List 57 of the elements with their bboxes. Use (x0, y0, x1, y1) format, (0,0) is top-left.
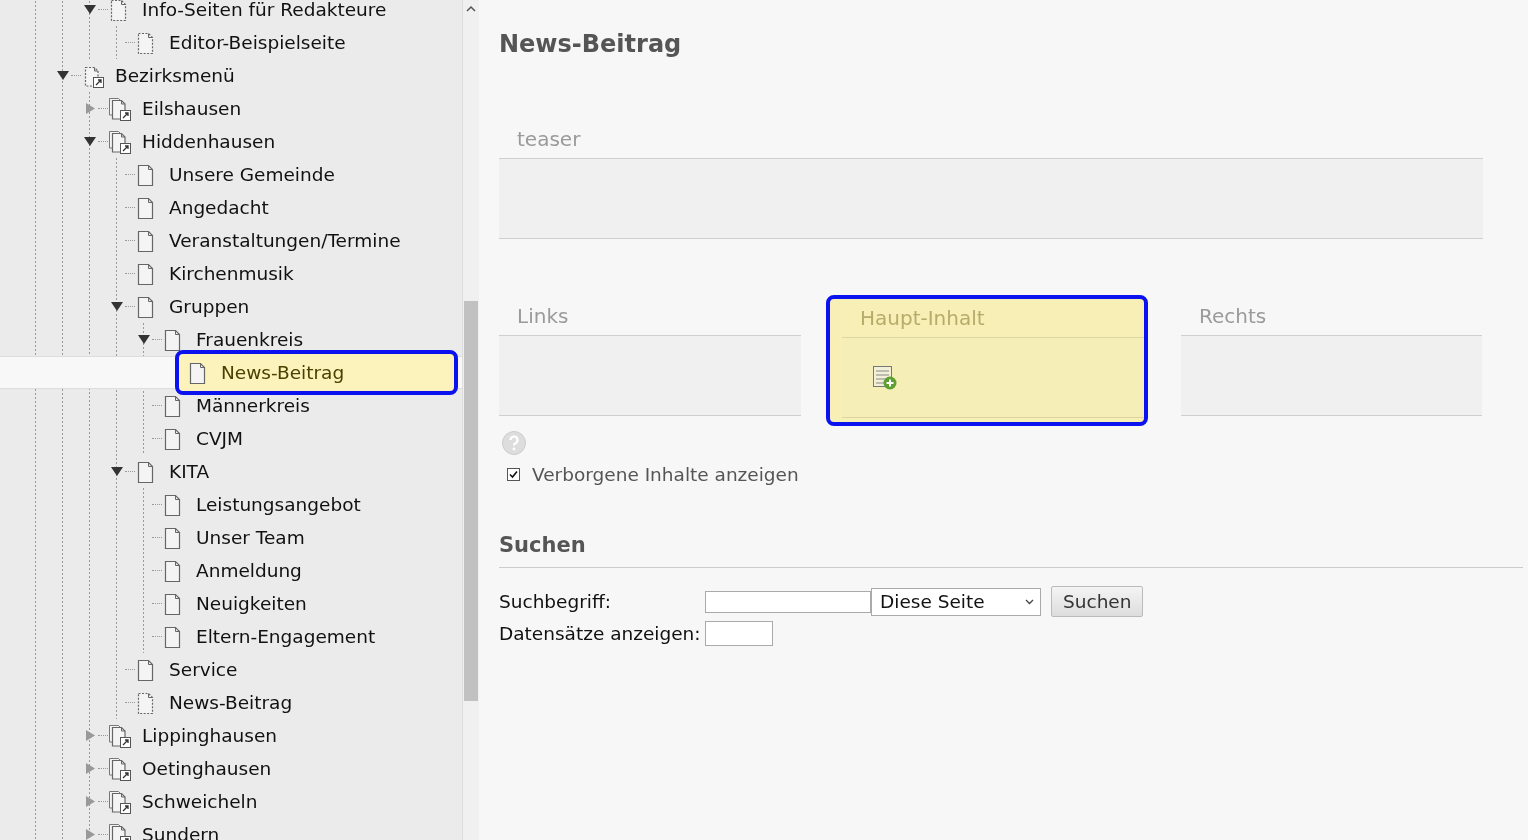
scroll-up-icon[interactable] (466, 5, 476, 13)
tree-item[interactable]: Unsere Gemeinde (135, 162, 335, 187)
tree-item[interactable]: Gruppen (135, 294, 250, 319)
search-field[interactable] (705, 590, 871, 613)
field-label: Datensätze anzeigen: (499, 623, 702, 644)
tree-item[interactable]: News-Beitrag (135, 690, 293, 715)
tree-item[interactable]: Angedacht (135, 195, 269, 220)
scrollbar[interactable] (462, 0, 479, 840)
tree-item[interactable]: Eltern-Engagement (162, 624, 376, 649)
tree-item[interactable]: Kirchenmusik (135, 261, 294, 286)
shortcut-page-icon (108, 96, 132, 121)
page-title: News-Beitrag (499, 30, 682, 58)
checkbox[interactable] (507, 468, 520, 481)
tree-item[interactable]: Oetinghausen (108, 756, 272, 781)
show-hidden-checkbox[interactable]: Verborgene Inhalte anzeigen (507, 464, 1523, 485)
collapse-arrow-icon[interactable] (83, 136, 96, 147)
tree-item[interactable]: Bezirksmenü (81, 63, 235, 88)
section-heading: Suchen (499, 533, 1523, 568)
tree-item[interactable]: Info-Seiten für Redakteure (108, 0, 387, 22)
tree-item[interactable]: Service (135, 657, 238, 682)
checkmark-icon (509, 470, 518, 479)
tree-item[interactable]: Männerkreis (162, 393, 310, 418)
tree-item[interactable]: Schweicheln (108, 789, 258, 814)
collapse-arrow-icon[interactable] (110, 301, 123, 312)
expand-arrow-icon[interactable] (83, 730, 96, 741)
shortcut-page-icon (108, 723, 132, 748)
checkbox-label: Verborgene Inhalte anzeigen (532, 464, 799, 485)
tree-item[interactable]: CVJM (162, 426, 243, 451)
tree-item[interactable]: Unser Team (162, 525, 305, 550)
search-button[interactable]: Suchen (1051, 586, 1144, 617)
count-field[interactable] (705, 621, 773, 646)
collapse-arrow-icon[interactable] (83, 4, 96, 15)
expand-arrow-icon[interactable] (83, 103, 96, 114)
expand-arrow-icon[interactable] (83, 829, 96, 840)
collapse-arrow-icon[interactable] (110, 466, 123, 477)
collapse-arrow-icon[interactable] (56, 70, 69, 81)
tree-item[interactable]: Editor-Beispielseite (135, 30, 346, 55)
tree-item[interactable]: Neuigkeiten (162, 591, 307, 616)
tree-item[interactable]: Hiddenhausen (108, 129, 276, 154)
tree-item[interactable]: Leistungsangebot (162, 492, 361, 517)
shortcut-page-icon (108, 756, 132, 781)
add-content-icon[interactable] (872, 364, 898, 391)
tree-item[interactable]: KITA (135, 459, 210, 484)
tree-item[interactable]: News-Beitrag (175, 350, 458, 395)
collapse-arrow-icon[interactable] (137, 334, 150, 345)
shortcut-page-icon (108, 129, 132, 154)
scope-select[interactable]: Diese Seite (871, 587, 1041, 616)
tree-item[interactable]: Lippinghausen (108, 723, 278, 748)
tree-item[interactable]: Frauenkreis (162, 327, 304, 352)
expand-arrow-icon[interactable] (83, 763, 96, 774)
tree-item[interactable]: Eilshausen (108, 96, 242, 121)
expand-arrow-icon[interactable] (83, 796, 96, 807)
field-label: Suchbegriff: (499, 591, 612, 612)
shortcut-page-icon (108, 789, 132, 814)
tree-item[interactable]: Anmeldung (162, 558, 302, 583)
tree-item[interactable]: Veranstaltungen/Termine (135, 228, 401, 253)
chevron-down-icon (1025, 598, 1034, 605)
